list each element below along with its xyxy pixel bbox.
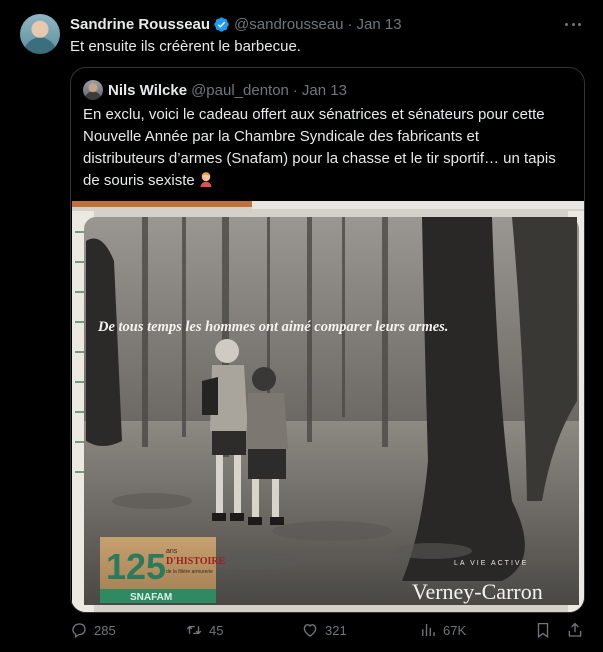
mousepad-photo: De tous temps les hommes ont aimé compar…	[72, 201, 584, 612]
more-dots-icon[interactable]	[563, 16, 583, 32]
quoted-author-avatar	[83, 80, 103, 100]
mousepad-caption: De tous temps les hommes ont aimé compar…	[97, 319, 448, 335]
retweet-button[interactable]: 45	[185, 620, 223, 640]
quoted-tweet-timestamp: Jan 13	[301, 81, 347, 99]
reply-count: 285	[94, 622, 116, 638]
quoted-author-handle: @paul_denton	[191, 81, 289, 99]
retweet-count: 45	[209, 622, 224, 638]
separator-dot: ·	[347, 15, 353, 33]
quoted-tweet[interactable]: Nils Wilcke @paul_denton · Jan 13 En exc…	[70, 67, 585, 613]
verney-carron-logo: Verney-Carron	[412, 579, 543, 604]
svg-text:SNAFAM: SNAFAM	[130, 592, 172, 603]
retweet-icon	[186, 625, 202, 635]
svg-text:de la filière armurerie: de la filière armurerie	[166, 569, 213, 575]
quoted-author-display-name: Nils Wilcke	[108, 81, 188, 99]
views-button[interactable]: 67K	[419, 620, 466, 640]
tweet: Sandrine Rousseau @sandrousseau · Jan 13…	[0, 0, 603, 652]
verified-badge-icon	[214, 16, 229, 32]
quoted-tweet-image[interactable]: De tous temps les hommes ont aimé compar…	[72, 201, 584, 612]
svg-text:D'HISTOIRE: D'HISTOIRE	[166, 556, 226, 567]
share-icon	[568, 622, 582, 637]
share-button[interactable]	[566, 620, 584, 640]
reply-icon	[72, 623, 86, 639]
views-count: 67K	[443, 622, 467, 638]
snafam-125-badge: 125 ans D'HISTOIRE de la filière armurer…	[100, 537, 226, 603]
author-display-name[interactable]: Sandrine Rousseau	[70, 16, 210, 33]
brand-tagline: LA VIE ACTIVE	[454, 560, 528, 567]
quoted-tweet-text: En exclu, voici le cadeau offert aux sén…	[83, 106, 556, 189]
tweet-actions-bar: 285 45 321 67K	[70, 620, 590, 640]
quoted-tweet-text-block: En exclu, voici le cadeau offert aux sén…	[83, 104, 563, 192]
svg-text:125: 125	[106, 546, 166, 587]
like-button[interactable]: 321	[301, 620, 347, 640]
like-count: 321	[325, 622, 347, 638]
bookmark-icon	[537, 622, 549, 639]
tweet-header: Sandrine Rousseau @sandrousseau · Jan 13	[70, 14, 402, 34]
views-icon	[422, 624, 435, 636]
tweet-text: Et ensuite ils créèrent le barbecue.	[70, 38, 301, 55]
like-icon	[303, 624, 317, 637]
separator-dot: ·	[292, 81, 298, 99]
facepalm-emoji	[200, 172, 212, 187]
tweet-timestamp[interactable]: Jan 13	[357, 16, 402, 33]
svg-text:ans: ans	[166, 548, 178, 555]
reply-button[interactable]: 285	[70, 620, 116, 640]
author-handle[interactable]: @sandrousseau	[234, 16, 343, 33]
bookmark-button[interactable]	[534, 620, 552, 640]
author-avatar[interactable]	[20, 14, 60, 54]
quoted-tweet-header: Nils Wilcke @paul_denton · Jan 13	[83, 80, 347, 100]
